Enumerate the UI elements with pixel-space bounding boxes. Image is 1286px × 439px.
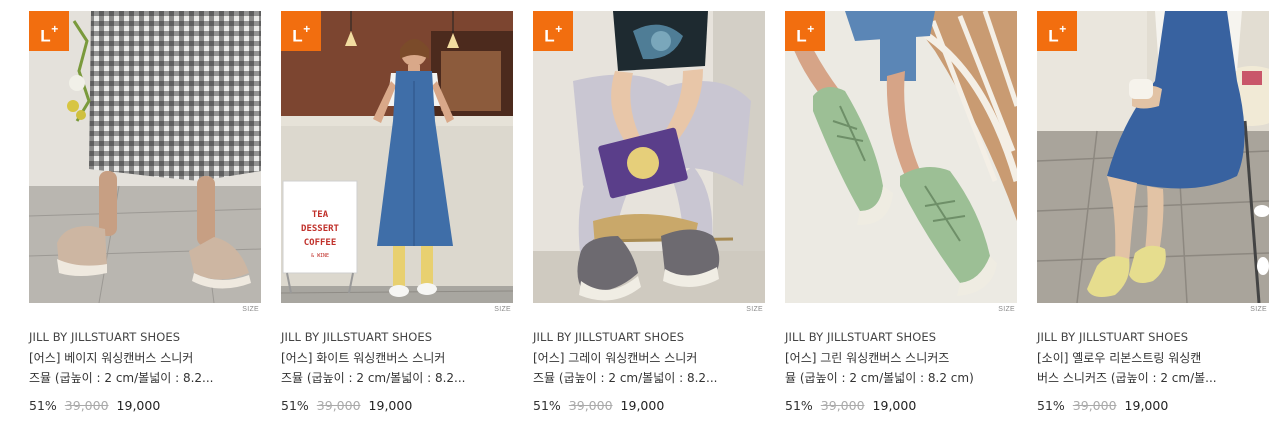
product-name-line: [어스] 화이트 워싱캔버스 스니커 xyxy=(281,351,446,365)
sign-line: TEA xyxy=(312,210,329,220)
product-image[interactable]: TEA DESSERT COFFEE & WINE L+ xyxy=(281,11,513,303)
original-price: 39,000 xyxy=(1072,398,1117,413)
product-price: 51% 39,000 19,000 xyxy=(281,398,412,413)
sign-line: COFFEE xyxy=(304,238,337,248)
product-brand: JILL BY JILLSTUART SHOES xyxy=(29,330,181,344)
product-card[interactable]: TEA DESSERT COFFEE & WINE L+ SIZE JILL B… xyxy=(281,11,513,413)
product-name-line: 뮬 (굽높이 : 2 cm/볼넓이 : 8.2 cm) xyxy=(785,371,974,385)
product-brand: JILL BY JILLSTUART SHOES xyxy=(281,330,433,344)
product-name-line: [어스] 그레이 워싱캔버스 스니커 xyxy=(533,351,698,365)
product-grid: L+ SIZE JILL BY JILLSTUART SHOES [어스] 베이… xyxy=(0,0,1286,439)
lplus-badge-icon: L+ xyxy=(533,11,573,51)
lplus-badge-icon: L+ xyxy=(785,11,825,51)
discount-rate: 51% xyxy=(1037,398,1065,413)
size-tag: SIZE xyxy=(494,306,511,313)
sale-price: 19,000 xyxy=(1124,398,1169,413)
lplus-badge-icon: L+ xyxy=(281,11,321,51)
size-tag: SIZE xyxy=(242,306,259,313)
sale-price: 19,000 xyxy=(116,398,161,413)
product-name-line: 즈뮬 (굽높이 : 2 cm/볼넓이 : 8.2... xyxy=(29,371,214,385)
product-name[interactable]: [소이] 옐로우 리본스트링 워싱캔 버스 스니커즈 (굽높이 : 2 cm/볼… xyxy=(1037,348,1247,388)
original-price: 39,000 xyxy=(316,398,361,413)
sale-price: 19,000 xyxy=(620,398,665,413)
sale-price: 19,000 xyxy=(368,398,413,413)
product-price: 51% 39,000 19,000 xyxy=(533,398,664,413)
product-brand: JILL BY JILLSTUART SHOES xyxy=(785,330,937,344)
product-card[interactable]: L+ SIZE JILL BY JILLSTUART SHOES [소이] 옐로… xyxy=(1037,11,1269,413)
product-name[interactable]: [어스] 화이트 워싱캔버스 스니커 즈뮬 (굽높이 : 2 cm/볼넓이 : … xyxy=(281,348,491,388)
product-name-line: [어스] 베이지 워싱캔버스 스니커 xyxy=(29,351,194,365)
product-brand: JILL BY JILLSTUART SHOES xyxy=(533,330,685,344)
product-brand: JILL BY JILLSTUART SHOES xyxy=(1037,330,1189,344)
product-name-line: 버스 스니커즈 (굽높이 : 2 cm/볼... xyxy=(1037,371,1217,385)
sign-line: DESSERT xyxy=(301,224,340,234)
product-image[interactable]: L+ xyxy=(785,11,1017,303)
product-name-line: 즈뮬 (굽높이 : 2 cm/볼넓이 : 8.2... xyxy=(533,371,718,385)
product-price: 51% 39,000 19,000 xyxy=(785,398,916,413)
product-name-line: [소이] 옐로우 리본스트링 워싱캔 xyxy=(1037,351,1202,365)
size-tag: SIZE xyxy=(998,306,1015,313)
original-price: 39,000 xyxy=(64,398,109,413)
product-name[interactable]: [어스] 그레이 워싱캔버스 스니커 즈뮬 (굽높이 : 2 cm/볼넓이 : … xyxy=(533,348,743,388)
product-image[interactable]: L+ xyxy=(533,11,765,303)
discount-rate: 51% xyxy=(29,398,57,413)
original-price: 39,000 xyxy=(820,398,865,413)
product-card[interactable]: L+ SIZE JILL BY JILLSTUART SHOES [어스] 베이… xyxy=(29,11,261,413)
lplus-badge-icon: L+ xyxy=(29,11,69,51)
product-image[interactable]: L+ xyxy=(29,11,261,303)
lplus-badge-icon: L+ xyxy=(1037,11,1077,51)
product-name[interactable]: [어스] 그린 워싱캔버스 스니커즈 뮬 (굽높이 : 2 cm/볼넓이 : 8… xyxy=(785,348,995,388)
product-price: 51% 39,000 19,000 xyxy=(1037,398,1168,413)
discount-rate: 51% xyxy=(533,398,561,413)
size-tag: SIZE xyxy=(746,306,763,313)
product-name-line: 즈뮬 (굽높이 : 2 cm/볼넓이 : 8.2... xyxy=(281,371,466,385)
size-tag: SIZE xyxy=(1250,306,1267,313)
product-name[interactable]: [어스] 베이지 워싱캔버스 스니커 즈뮬 (굽높이 : 2 cm/볼넓이 : … xyxy=(29,348,239,388)
product-name-line: [어스] 그린 워싱캔버스 스니커즈 xyxy=(785,351,950,365)
discount-rate: 51% xyxy=(281,398,309,413)
sign-line: & WINE xyxy=(311,253,329,259)
product-card[interactable]: L+ SIZE JILL BY JILLSTUART SHOES [어스] 그레… xyxy=(533,11,765,413)
original-price: 39,000 xyxy=(568,398,613,413)
discount-rate: 51% xyxy=(785,398,813,413)
product-card[interactable]: L+ SIZE JILL BY JILLSTUART SHOES [어스] 그린… xyxy=(785,11,1017,413)
sale-price: 19,000 xyxy=(872,398,917,413)
product-image[interactable]: L+ xyxy=(1037,11,1269,303)
product-price: 51% 39,000 19,000 xyxy=(29,398,160,413)
